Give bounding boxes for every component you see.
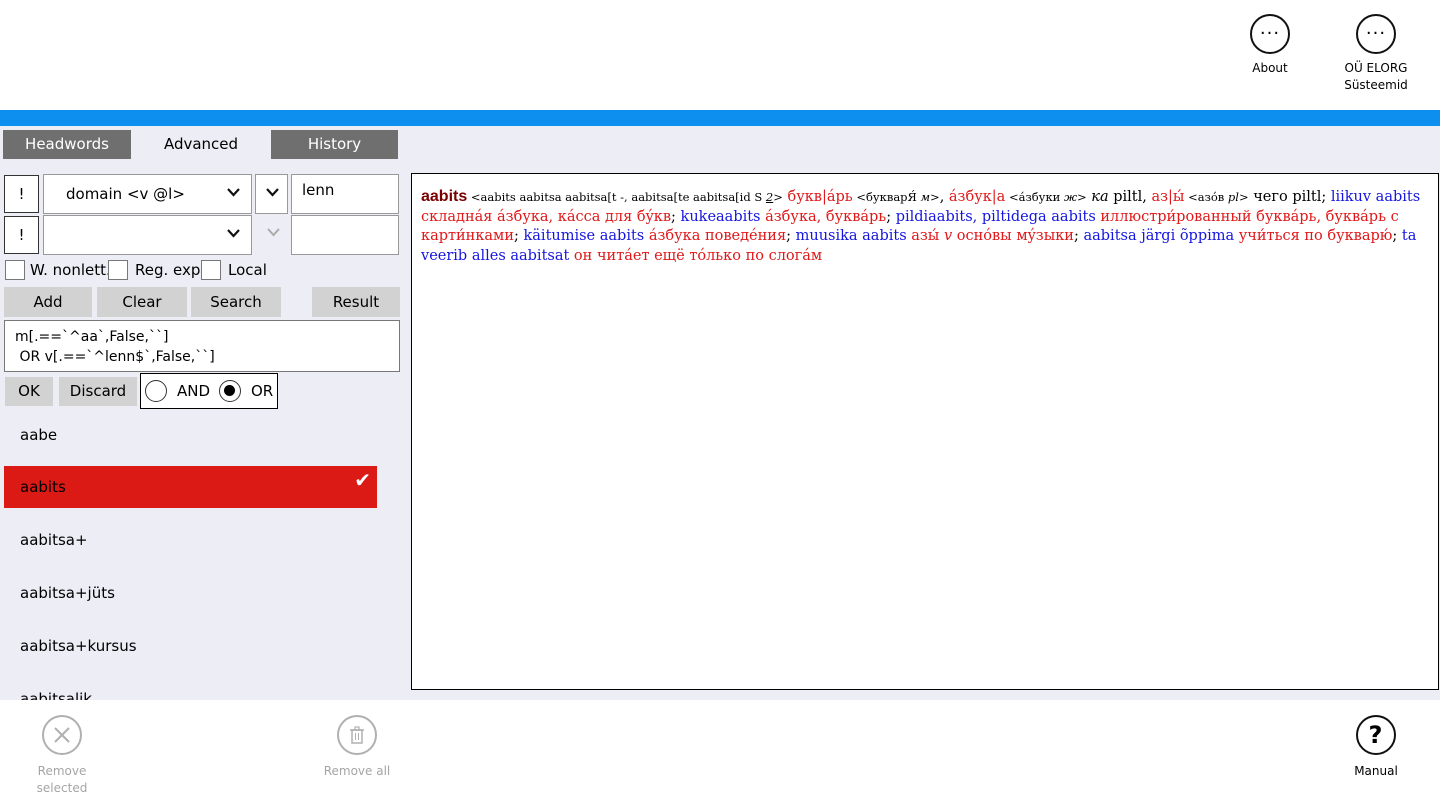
chevron-down-icon bbox=[267, 228, 280, 240]
company-label-line1: OÜ ELORG bbox=[1344, 61, 1408, 75]
translation: учи́ться по букварю́ bbox=[1234, 228, 1393, 244]
example-phrase: muusika aabits bbox=[795, 228, 907, 244]
negate-button-1[interactable]: ! bbox=[4, 175, 39, 213]
remove-selected-button[interactable]: Remove selected bbox=[22, 715, 102, 797]
about-label: About bbox=[1252, 61, 1288, 75]
translation: он читáет ещё тóлько по слогáм bbox=[569, 247, 823, 264]
example-phrase: pildiaabits, piltidega aabits bbox=[895, 208, 1096, 225]
example-phrase: käitumise aabits bbox=[523, 228, 645, 244]
chevron-down-icon bbox=[227, 188, 240, 200]
translation: аз|ы́ bbox=[1151, 189, 1185, 205]
tab-headwords[interactable]: Headwords bbox=[3, 130, 131, 159]
query-line-2: OR v[.==`^lenn$`,False,``] bbox=[15, 349, 215, 365]
chevron-down-icon bbox=[227, 229, 240, 241]
manual-button[interactable]: ? Manual bbox=[1336, 715, 1416, 780]
add-button[interactable]: Add bbox=[4, 287, 92, 317]
field-select-1[interactable]: domain <v @l> bbox=[43, 174, 252, 214]
translation: áзбук|а bbox=[948, 189, 1006, 205]
word-list: aabe aabits ✔ aabitsa+ aabitsa+jüts aabi… bbox=[0, 414, 400, 700]
w-nonlett-label: W. nonlett. bbox=[30, 261, 111, 279]
article-panel: aabits <aabits aabitsa aabitsa[t -, aabi… bbox=[411, 173, 1439, 690]
translation: áзбука, буквáрь bbox=[760, 208, 887, 225]
tab-history[interactable]: History bbox=[271, 130, 398, 159]
list-item[interactable]: aabitsalik bbox=[4, 678, 377, 700]
ok-button[interactable]: OK bbox=[5, 377, 53, 406]
or-label: OR bbox=[251, 382, 274, 400]
article-headword: aabits bbox=[421, 188, 468, 205]
discard-button[interactable]: Discard bbox=[59, 377, 137, 406]
remove-all-button[interactable]: Remove all bbox=[317, 715, 397, 780]
translation: азы́ bbox=[906, 228, 944, 244]
translation: букв|áрь bbox=[782, 189, 853, 205]
list-item[interactable]: aabitsa+jüts bbox=[4, 572, 377, 614]
list-item-selected[interactable]: aabits ✔ bbox=[4, 466, 377, 508]
query-line-1: m[.==`^aa`,False,``] bbox=[15, 329, 169, 345]
company-label-line2: Süsteemid bbox=[1344, 78, 1408, 92]
value-input-2[interactable] bbox=[291, 215, 399, 255]
help-icon: ? bbox=[1356, 715, 1396, 755]
reg-exp-checkbox[interactable] bbox=[108, 260, 128, 280]
or-radio[interactable] bbox=[219, 380, 241, 402]
grammar-info: <aabits aabitsa aabitsa[t -, aabitsa[te … bbox=[467, 190, 766, 204]
tab-advanced[interactable]: Advanced bbox=[137, 130, 265, 159]
negate-button-2[interactable]: ! bbox=[4, 216, 39, 254]
local-label: Local bbox=[228, 261, 267, 279]
checkmark-icon: ✔ bbox=[354, 468, 371, 492]
more-icon: ··· bbox=[1250, 14, 1290, 54]
about-button[interactable]: ··· About bbox=[1210, 14, 1330, 77]
translation: áзбука поведéния bbox=[644, 228, 787, 244]
query-textbox[interactable]: m[.==`^aa`,False,``] OR v[.==`^lenn$`,Fa… bbox=[4, 320, 400, 372]
accent-strip bbox=[0, 110, 1440, 126]
radio-selected-dot bbox=[224, 385, 235, 396]
close-icon bbox=[42, 715, 82, 755]
w-nonlett-checkbox[interactable] bbox=[5, 260, 25, 280]
clear-button[interactable]: Clear bbox=[97, 287, 187, 317]
chevron-down-icon bbox=[266, 188, 279, 200]
list-item-label: aabits bbox=[20, 478, 66, 496]
example-phrase: aabitsa järgi õppima bbox=[1083, 228, 1235, 244]
translation: складнáя áзбука, кáсса для бýкв bbox=[421, 208, 672, 225]
operator-select-2[interactable] bbox=[255, 215, 288, 255]
field-select-2[interactable] bbox=[43, 215, 252, 255]
search-button[interactable]: Search bbox=[191, 287, 281, 317]
field-select-value-1: domain <v @l> bbox=[66, 185, 185, 203]
logic-radio-group: AND OR bbox=[140, 373, 278, 409]
list-item[interactable]: aabe bbox=[4, 414, 377, 456]
reg-exp-label: Reg. exp. bbox=[135, 261, 206, 279]
value-input-1[interactable]: lenn bbox=[291, 174, 399, 214]
more-icon: ··· bbox=[1356, 14, 1396, 54]
operator-select-1[interactable] bbox=[255, 174, 288, 214]
local-checkbox[interactable] bbox=[201, 260, 221, 280]
example-phrase: liikuv aabits bbox=[1330, 189, 1421, 205]
example-phrase: kukeaabits bbox=[680, 208, 761, 225]
list-item[interactable]: aabitsa+kursus bbox=[4, 625, 377, 667]
result-button[interactable]: Result bbox=[312, 287, 400, 317]
company-button[interactable]: ··· OÜ ELORG Süsteemid bbox=[1316, 14, 1436, 94]
and-label: AND bbox=[177, 382, 211, 400]
and-radio[interactable] bbox=[145, 380, 167, 402]
trash-icon bbox=[337, 715, 377, 755]
list-item[interactable]: aabitsa+ bbox=[4, 519, 377, 561]
